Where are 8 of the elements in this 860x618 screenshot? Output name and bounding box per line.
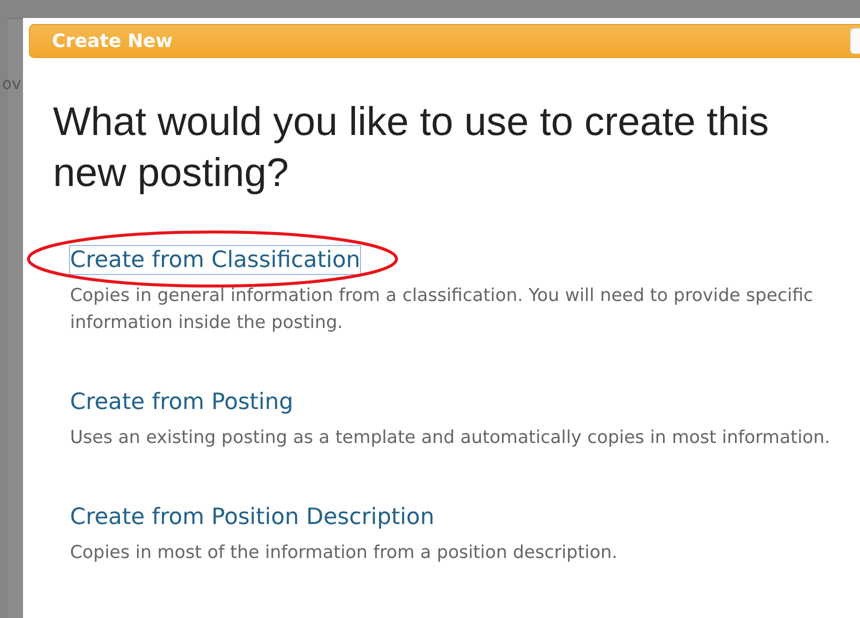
option-description: Uses an existing posting as a template and automatically copies in most information. [70,426,832,450]
option-description: Copies in general information from a classification. You will need to provide specific information inside the posting. [70,284,814,335]
option-description: Copies in most of the information from a position description. [70,541,618,565]
close-button[interactable] [850,28,860,54]
option-link[interactable]: Create from Posting [70,388,294,416]
dialog-title: Create New [52,30,173,52]
dialog-heading: What would you like to use to create this new posting? [53,99,770,197]
option-link[interactable]: Create from Position Description [70,503,434,531]
